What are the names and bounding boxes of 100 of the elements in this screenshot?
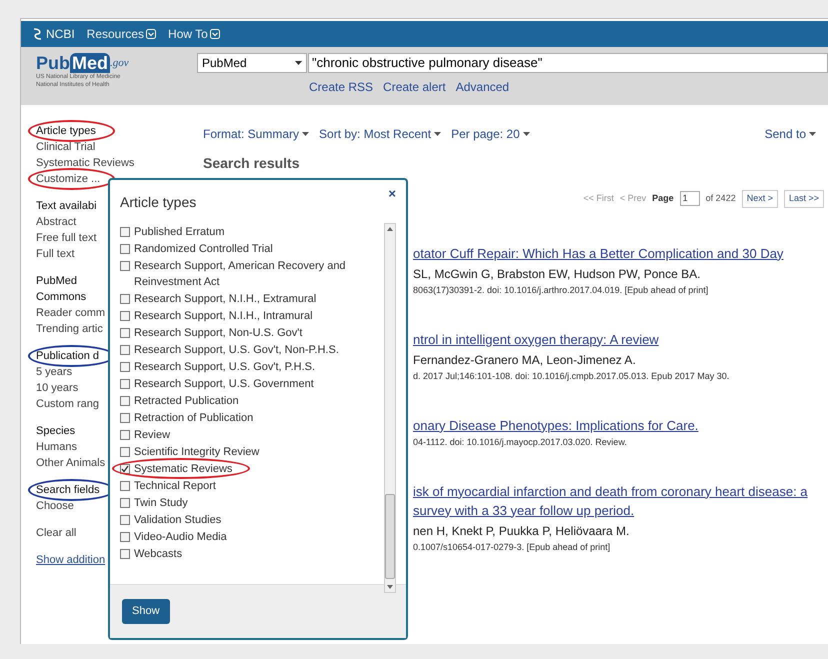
option-label[interactable]: Technical Report [134, 478, 216, 494]
checkbox[interactable] [120, 498, 130, 508]
option-label[interactable]: Research Support, N.I.H., Extramural [134, 291, 316, 307]
filter-link[interactable]: Custom rang [36, 398, 99, 410]
checkbox[interactable] [120, 447, 130, 457]
checkbox[interactable] [120, 532, 130, 542]
close-button[interactable]: × [388, 188, 396, 200]
filter-link[interactable]: Clinical Trial [36, 141, 96, 153]
checkbox[interactable] [120, 413, 130, 423]
filter-link[interactable]: Customize ... [36, 173, 100, 185]
menu-button[interactable]: How To [168, 25, 220, 43]
filter-link[interactable]: Choose [36, 500, 74, 512]
ncbi-logo-icon [33, 27, 42, 41]
filter-link[interactable]: Trending artic [36, 323, 103, 335]
option-label[interactable]: Research Support, American Recovery and Reinvestment Act [134, 258, 384, 290]
database-select[interactable]: PubMed [197, 53, 307, 73]
option-label[interactable]: Research Support, U.S. Gov't, P.H.S. [134, 359, 316, 375]
option-label[interactable]: Video-Audio Media [134, 529, 227, 545]
result-authors: SL, McGwin G, Brabston EW, Hudson PW, Ponce BA. [413, 266, 702, 282]
dropdown-icon [210, 29, 220, 39]
checkbox[interactable] [120, 430, 130, 440]
checkbox[interactable] [120, 294, 130, 304]
checkbox[interactable] [120, 261, 130, 271]
checkbox[interactable] [120, 549, 130, 559]
option-label[interactable]: Retraction of Publication [134, 410, 254, 426]
checkbox[interactable] [120, 345, 130, 355]
filter-link[interactable]: Show addition [36, 554, 106, 566]
option-label[interactable]: Systematic Reviews [134, 461, 232, 477]
filter-heading: Publication d [36, 350, 99, 362]
option-label[interactable]: Review [134, 427, 170, 443]
display-option[interactable]: Format: Summary [203, 125, 310, 143]
result-citation: 8063(17)30391-2. doi: 10.1016/j.arthro.2017.04.019. [Epub ahead of print] [413, 284, 710, 297]
last-page-button[interactable]: Last >> [784, 190, 824, 208]
result-title-link[interactable]: isk of myocardial infarction and death from coronary heart disease: a [413, 482, 828, 500]
filter-heading: Text availabi [36, 200, 97, 212]
result-citation: 0.1007/s10654-017-0279-3. [Epub ahead of print] [413, 540, 612, 554]
search-link[interactable]: Create alert [383, 78, 446, 96]
brand-name[interactable]: NCBI [46, 25, 75, 43]
caret-icon [434, 132, 442, 136]
show-button[interactable]: Show [122, 599, 170, 624]
filter-link[interactable]: Full text [36, 248, 75, 260]
checkbox[interactable] [120, 379, 130, 389]
filter-link[interactable]: Other Animals [36, 457, 106, 469]
checkbox[interactable] [120, 244, 130, 254]
filter-link[interactable]: Clear all [36, 527, 76, 539]
filter-link[interactable]: Reader comm [36, 307, 106, 319]
scrollbar-thumb[interactable] [385, 494, 395, 579]
filter-link[interactable]: Free full text [36, 232, 97, 244]
result-title-link[interactable]: ntrol in intelligent oxygen therapy: A review [413, 330, 828, 348]
send-to-button[interactable]: Send to [764, 125, 816, 143]
option-label[interactable]: Validation Studies [134, 512, 222, 528]
option-label[interactable]: Research Support, Non-U.S. Gov't [134, 325, 302, 341]
option-label[interactable]: Published Erratum [134, 224, 224, 240]
next-page-button[interactable]: Next > [742, 190, 778, 208]
option-label[interactable]: Research Support, U.S. Government [134, 376, 314, 392]
checkbox[interactable] [120, 481, 130, 491]
search-field[interactable]: "chronic obstructive pulmonary disease" [308, 53, 828, 73]
dropdown-icon [146, 29, 156, 39]
result-citation: 04-1112. doi: 10.1016/j.mayocp.2017.03.020. Review. [413, 436, 628, 449]
option-label[interactable]: Research Support, U.S. Gov't, Non-P.H.S. [134, 342, 339, 358]
menu-button[interactable]: Resources [86, 25, 156, 43]
checkbox[interactable] [120, 464, 130, 474]
caret-icon [809, 132, 816, 136]
option-label[interactable]: Research Support, N.I.H., Intramural [134, 308, 313, 324]
search-link[interactable]: Create RSS [309, 78, 374, 96]
filter-link[interactable]: Abstract [36, 216, 76, 228]
option-label[interactable]: Scientific Integrity Review [134, 444, 260, 460]
checkbox[interactable] [120, 328, 130, 338]
filter-link[interactable]: Humans [36, 441, 77, 453]
checkbox[interactable] [120, 396, 130, 406]
option-label[interactable]: Twin Study [134, 495, 188, 511]
checkbox[interactable] [120, 227, 130, 237]
filter-link[interactable]: 10 years [36, 382, 78, 394]
checkbox[interactable] [120, 311, 130, 321]
option-label[interactable]: Retracted Publication [134, 393, 239, 409]
filter-heading: Article types [36, 125, 96, 137]
pubmed-logo[interactable]: PubMed.gov [36, 53, 182, 73]
caret-icon [295, 60, 302, 66]
result-title-link[interactable]: onary Disease Phenotypes: Implications for Care. [413, 416, 828, 434]
checkbox[interactable] [120, 515, 130, 525]
option-label[interactable]: Webcasts [134, 546, 182, 562]
filter-heading: PubMed [36, 275, 77, 287]
page-field[interactable]: 1 [680, 191, 700, 206]
filter-link[interactable]: Systematic Reviews [36, 157, 134, 169]
option-label[interactable]: Randomized Controlled Trial [134, 241, 273, 257]
checkbox[interactable] [120, 362, 130, 372]
scroll-down-icon [387, 585, 393, 589]
filter-link[interactable]: 5 years [36, 366, 72, 378]
scrollbar[interactable] [384, 223, 396, 593]
search-link[interactable]: Advanced [456, 78, 510, 96]
filter-heading: Species [36, 425, 76, 437]
caret-icon [522, 132, 530, 136]
caret-icon [302, 132, 310, 136]
result-title-link[interactable]: otator Cuff Repair: Which Has a Better Complication and 30 Day [413, 244, 828, 262]
display-option[interactable]: Sort by: Most Recent [319, 125, 442, 143]
results-heading: Search results [203, 154, 300, 173]
dialog-title: Article types [120, 193, 196, 212]
display-option[interactable]: Per page: 20 [451, 125, 530, 143]
page-label: Page [652, 192, 674, 205]
result-title-link[interactable]: survey with a 33 year follow up period. [413, 500, 828, 520]
